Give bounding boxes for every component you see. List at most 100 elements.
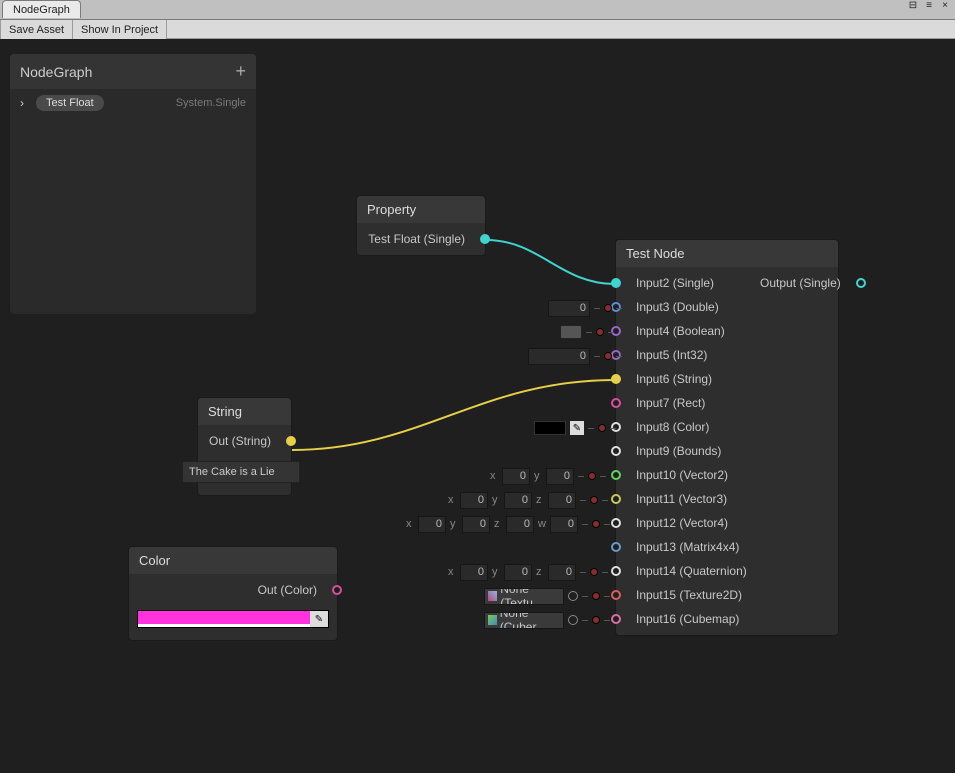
input-port[interactable] [611,374,621,384]
number-input[interactable] [550,516,578,533]
port-label: Out (String) [199,434,291,448]
window-tab[interactable]: NodeGraph [2,0,81,18]
graph-canvas[interactable]: NodeGraph + › Test Float System.Single P… [0,39,955,773]
float-field-input3 [548,298,622,318]
add-property-button[interactable]: + [235,61,246,82]
string-node[interactable]: String Out (String) The Cake is a Lie [197,397,292,496]
port-label: Input9 (Bounds) [616,444,731,458]
number-input[interactable] [528,348,590,365]
output-port[interactable] [286,436,296,446]
string-value-field[interactable]: The Cake is a Lie [182,461,300,483]
output-port[interactable] [480,234,490,244]
default-dot-icon[interactable] [604,352,612,360]
number-input[interactable] [548,300,590,317]
eyedropper-icon[interactable]: ✎ [570,421,584,435]
chevron-right-icon[interactable]: › [20,96,30,110]
blackboard-panel: NodeGraph + › Test Float System.Single [10,54,256,314]
default-dot-icon[interactable] [596,328,604,336]
object-field[interactable]: None (Textu [484,588,564,605]
default-dot-icon[interactable] [588,472,596,480]
port-label: Input12 (Vector4) [616,516,738,530]
default-dot-icon[interactable] [598,424,606,432]
input-port[interactable] [611,542,621,552]
input-port[interactable] [611,470,621,480]
number-input[interactable] [548,492,576,509]
port-label: Input8 (Color) [616,420,719,434]
port-label: Input2 (Single) [616,276,724,290]
number-input[interactable] [418,516,446,533]
checkbox-input[interactable] [560,325,582,339]
port-label: Input10 (Vector2) [616,468,738,482]
number-input[interactable] [460,492,488,509]
default-dot-icon[interactable] [590,496,598,504]
bool-field-input4 [560,322,614,342]
input-port[interactable] [611,566,621,576]
default-dot-icon[interactable] [592,520,600,528]
port-label: Input4 (Boolean) [616,324,735,338]
close-icon[interactable]: × [939,1,951,13]
blackboard-title: NodeGraph [20,64,92,80]
default-dot-icon[interactable] [604,304,612,312]
input-port[interactable] [611,518,621,528]
object-picker-icon[interactable] [568,591,578,601]
port-label: Input7 (Rect) [616,396,715,410]
input-port[interactable] [611,494,621,504]
port-label: Input5 (Int32) [616,348,717,362]
default-dot-icon[interactable] [592,616,600,624]
output-port[interactable] [856,278,866,288]
default-dot-icon[interactable] [590,568,598,576]
number-input[interactable] [462,516,490,533]
default-dot-icon[interactable] [592,592,600,600]
number-input[interactable] [546,468,574,485]
input-port[interactable] [611,590,621,600]
lock-icon[interactable]: ⊟ [907,1,919,13]
node-title[interactable]: Color [129,547,337,574]
toolbar: Save Asset Show In Project [0,20,955,39]
port-label: Input6 (String) [616,372,722,386]
texture-icon [488,591,497,601]
object-field[interactable]: None (Cuber [484,612,564,629]
show-in-project-button[interactable]: Show In Project [73,20,167,39]
number-input[interactable] [548,564,576,581]
number-input[interactable] [504,492,532,509]
property-pill[interactable]: Test Float [36,95,104,111]
node-title[interactable]: Test Node [616,240,838,267]
menu-icon[interactable]: ≡ [923,1,935,13]
vec3-field-input11: x y z [448,490,608,510]
color-field-input8: ✎ [534,418,616,438]
number-input[interactable] [502,468,530,485]
blackboard-item[interactable]: › Test Float System.Single [10,89,256,117]
port-label: Input16 (Cubemap) [616,612,749,626]
input-port[interactable] [611,614,621,624]
number-input[interactable] [504,564,532,581]
node-title[interactable]: String [198,398,291,425]
quat-field-input14: x y z [448,562,608,582]
number-input[interactable] [460,564,488,581]
int-field-input5 [528,346,622,366]
input-port[interactable] [611,278,621,288]
editor-window: NodeGraph ⊟ ≡ × Save Asset Show In Proje… [0,0,955,773]
property-node[interactable]: Property Test Float (Single) [356,195,486,256]
input-port[interactable] [611,398,621,408]
save-asset-button[interactable]: Save Asset [0,20,73,39]
color-swatch[interactable]: ✎ [137,610,329,628]
port-label: Input14 (Quaternion) [616,564,757,578]
cubemap-icon [488,615,497,625]
port-label: Input13 (Matrix4x4) [616,540,749,554]
output-port[interactable] [332,585,342,595]
eyedropper-icon[interactable]: ✎ [310,611,328,627]
color-node[interactable]: Color Out (Color) ✎ [128,546,338,641]
port-label: Input15 (Texture2D) [616,588,752,602]
tex-field-input15: None (Textu [484,586,610,606]
number-input[interactable] [506,516,534,533]
vec2-field-input10: x y [490,466,606,486]
node-title[interactable]: Property [357,196,485,223]
cube-field-input16: None (Cuber [484,610,610,630]
object-picker-icon[interactable] [568,615,578,625]
color-input[interactable] [534,421,566,435]
input-port[interactable] [611,446,621,456]
port-label: Test Float (Single) [358,232,485,246]
port-label: Output (Single) [750,276,861,290]
vec4-field-input12: x y z w [406,514,610,534]
test-node[interactable]: Test Node Input2 (Single)Input3 (Double)… [615,239,839,636]
